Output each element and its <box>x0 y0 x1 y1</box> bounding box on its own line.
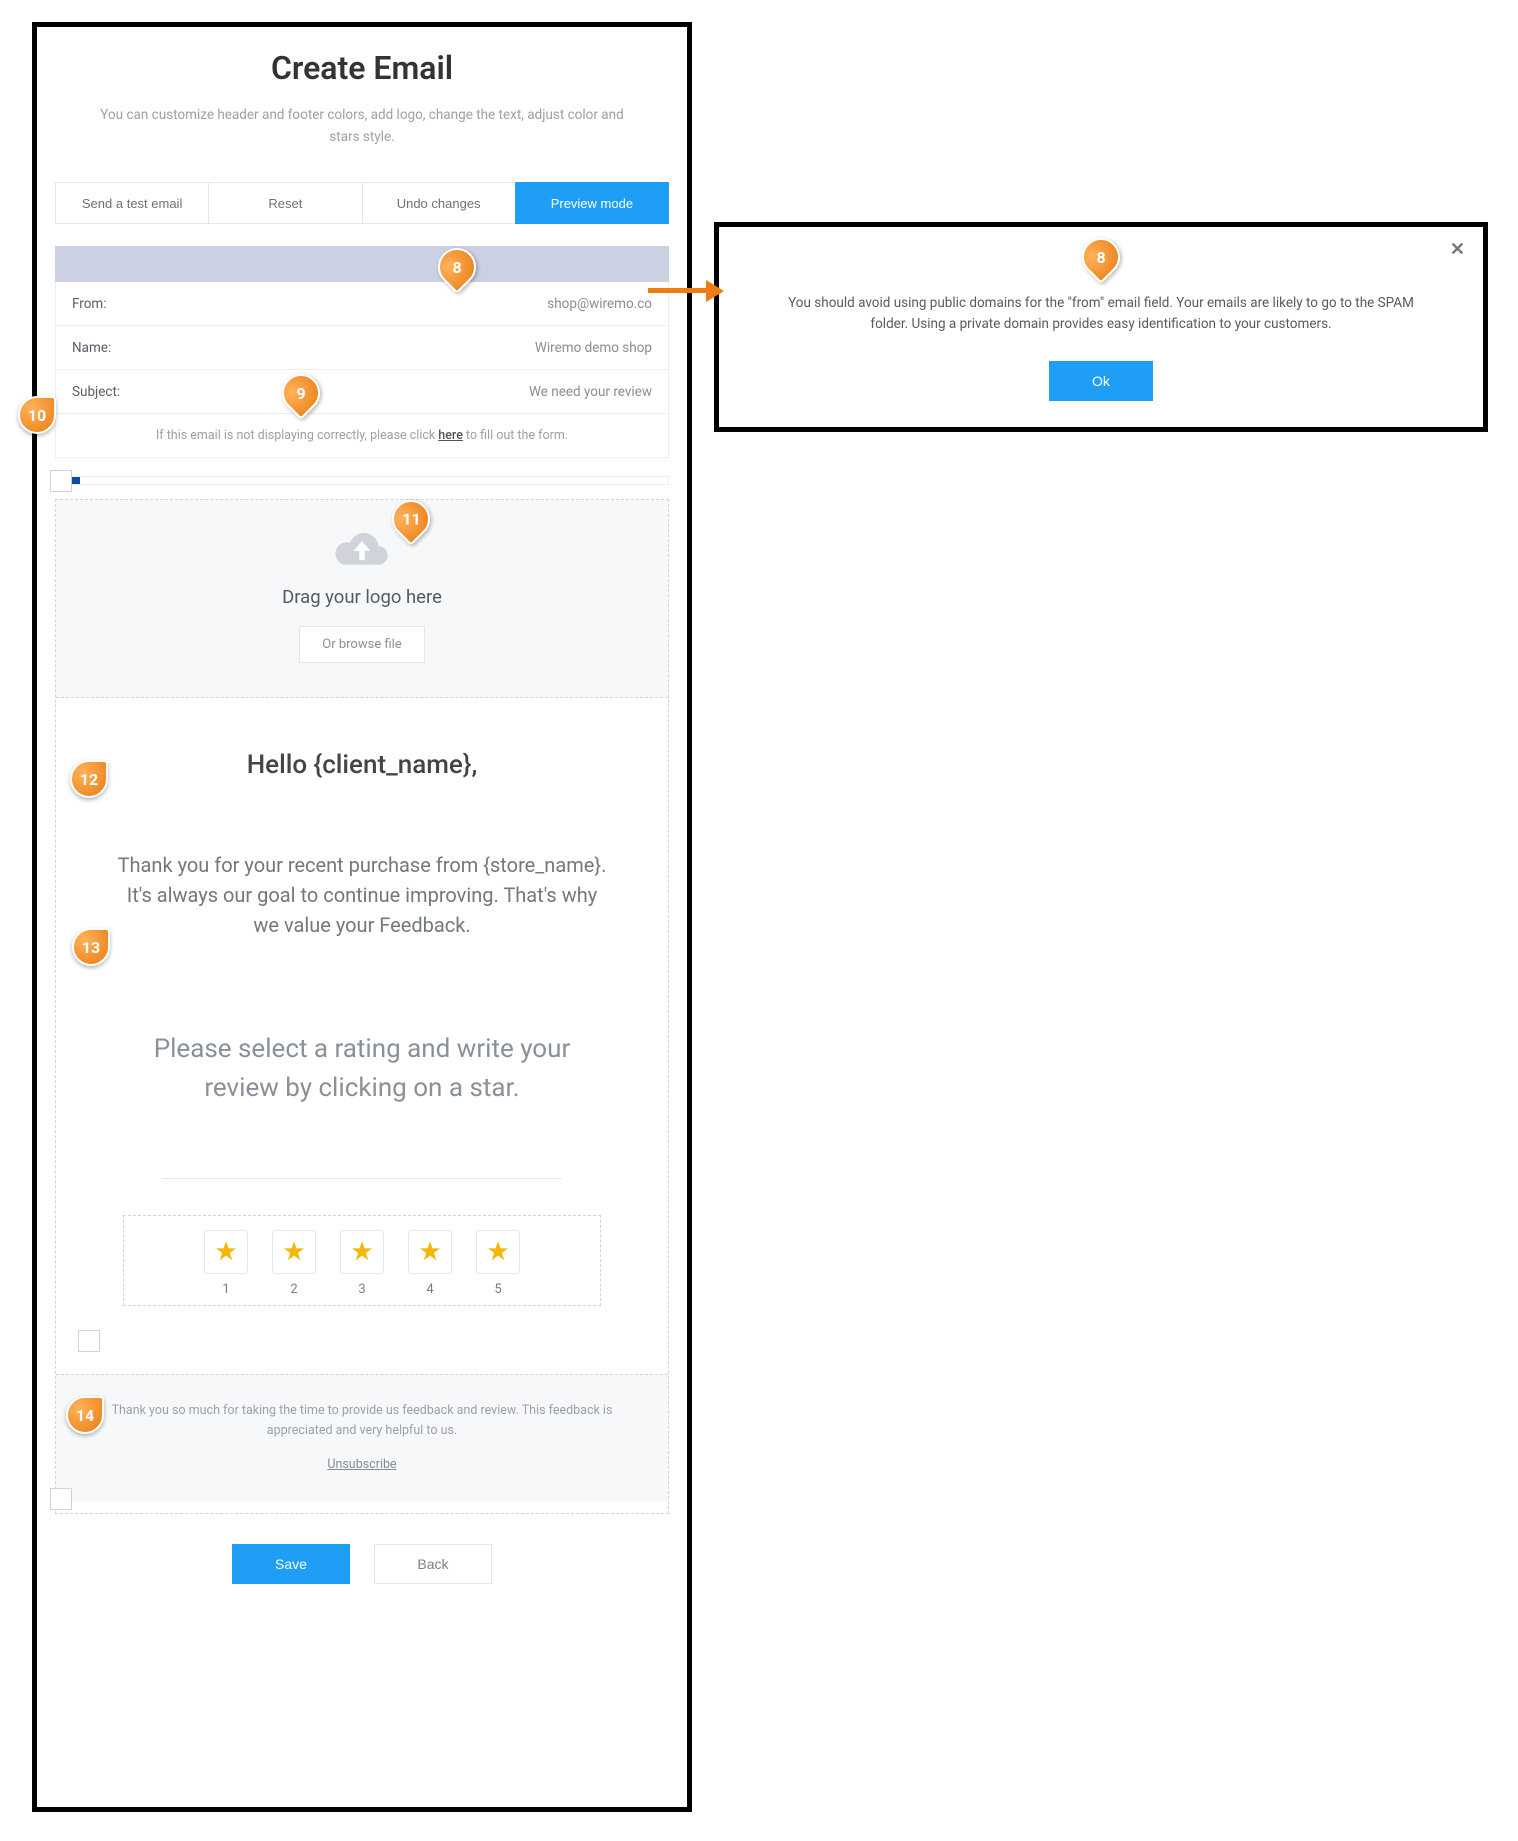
star-3-label: 3 <box>340 1282 384 1297</box>
connector-arrow-icon <box>648 284 728 298</box>
header-color-handle[interactable] <box>50 470 72 492</box>
subject-value[interactable]: We need your review <box>529 384 652 400</box>
body-color-handle[interactable] <box>78 1330 100 1352</box>
page-subtitle: You can customize header and footer colo… <box>55 105 669 148</box>
preview-mode-button[interactable]: Preview mode <box>515 182 669 224</box>
footer-text[interactable]: Thank you so much for taking the time to… <box>84 1401 640 1441</box>
back-button[interactable]: Back <box>374 1544 492 1584</box>
reset-button[interactable]: Reset <box>208 182 362 224</box>
rating-prompt-text[interactable]: Please select a rating and write your re… <box>84 1030 640 1108</box>
display-hint: If this email is not displaying correctl… <box>55 414 669 458</box>
body-color-slider[interactable] <box>84 1338 640 1344</box>
upload-cloud-icon <box>332 528 392 572</box>
star-rating-box: ★ 1 ★ 2 ★ 3 ★ 4 ★ 5 <box>123 1215 601 1306</box>
header-color-bar[interactable] <box>55 246 669 282</box>
star-1[interactable]: ★ <box>204 1230 248 1274</box>
thankyou-text[interactable]: Thank you for your recent purchase from … <box>84 850 640 940</box>
warning-dialog: ✕ You should avoid using public domains … <box>714 222 1488 432</box>
star-2-label: 2 <box>272 1282 316 1297</box>
star-4[interactable]: ★ <box>408 1230 452 1274</box>
name-label: Name: <box>72 340 111 356</box>
logo-dropzone[interactable]: Drag your logo here Or browse file <box>56 500 668 698</box>
warning-message: You should avoid using public domains fo… <box>745 293 1457 335</box>
from-label: From: <box>72 296 107 312</box>
subject-row[interactable]: Subject: We need your review <box>55 370 669 414</box>
logo-drop-label: Drag your logo here <box>66 586 658 608</box>
display-hint-post: to fill out the form. <box>466 428 568 443</box>
email-canvas: Drag your logo here Or browse file Hello… <box>55 499 669 1514</box>
star-5[interactable]: ★ <box>476 1230 520 1274</box>
toolbar: Send a test email Reset Undo changes Pre… <box>55 182 669 224</box>
star-1-label: 1 <box>204 1282 248 1297</box>
create-email-panel: Create Email You can customize header an… <box>32 22 692 1812</box>
header-color-slider[interactable] <box>55 476 669 485</box>
browse-file-button[interactable]: Or browse file <box>299 626 424 663</box>
undo-changes-button[interactable]: Undo changes <box>362 182 516 224</box>
star-3[interactable]: ★ <box>340 1230 384 1274</box>
name-row[interactable]: Name: Wiremo demo shop <box>55 326 669 370</box>
save-button[interactable]: Save <box>232 1544 350 1584</box>
body-divider <box>162 1178 562 1179</box>
name-value[interactable]: Wiremo demo shop <box>535 340 652 356</box>
greeting-text[interactable]: Hello {client_name}, <box>84 750 640 780</box>
page-title: Create Email <box>55 49 669 87</box>
ok-button[interactable]: Ok <box>1049 361 1153 401</box>
close-icon[interactable]: ✕ <box>1450 239 1465 260</box>
display-hint-link[interactable]: here <box>438 428 463 443</box>
unsubscribe-link[interactable]: Unsubscribe <box>84 1455 640 1475</box>
email-footer[interactable]: Thank you so much for taking the time to… <box>56 1374 668 1501</box>
form-actions: Save Back <box>55 1544 669 1584</box>
from-value[interactable]: shop@wiremo.co <box>547 296 652 312</box>
footer-color-handle[interactable] <box>50 1488 72 1510</box>
send-test-email-button[interactable]: Send a test email <box>55 182 209 224</box>
star-2[interactable]: ★ <box>272 1230 316 1274</box>
email-body[interactable]: Hello {client_name}, Thank you for your … <box>56 698 668 1374</box>
star-5-label: 5 <box>476 1282 520 1297</box>
display-hint-pre: If this email is not displaying correctl… <box>156 428 435 443</box>
from-row[interactable]: From: shop@wiremo.co <box>55 282 669 326</box>
star-4-label: 4 <box>408 1282 452 1297</box>
footer-color-slider[interactable] <box>56 1507 668 1513</box>
subject-label: Subject: <box>72 384 120 400</box>
